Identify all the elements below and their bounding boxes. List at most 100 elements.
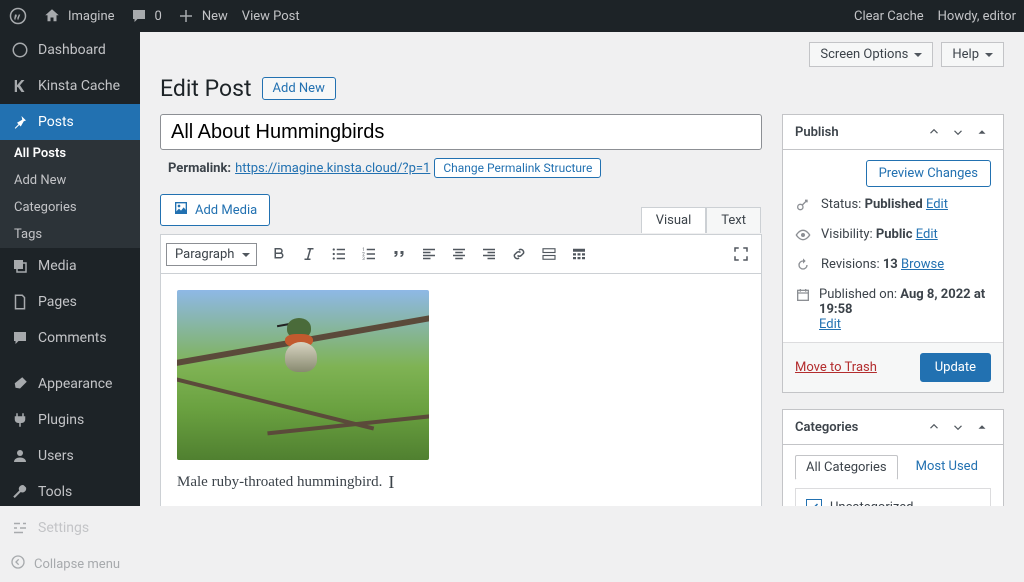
svg-text:3: 3 [363,256,366,262]
toolbar-toggle-button[interactable] [565,240,593,268]
align-left-button[interactable] [415,240,443,268]
categories-box: Categories All Categories Most Used [782,409,1004,506]
calendar-icon [795,287,811,307]
italic-button[interactable] [295,240,323,268]
chevron-down-icon [985,53,993,61]
add-new-button[interactable]: Add New [262,77,336,100]
category-list: Uncategorized [795,488,991,506]
content-wrap: Screen Options Help Edit Post Add New Pe… [140,32,1024,506]
browse-revisions-link[interactable]: Browse [901,257,944,272]
link-button[interactable] [505,240,533,268]
tab-text[interactable]: Text [706,207,761,233]
media-icon [10,256,30,276]
page-title: Edit Post [160,75,252,102]
comment-icon [10,328,30,348]
chevron-down-icon [914,53,922,61]
posts-submenu: All Posts Add New Categories Tags [0,140,140,248]
dashboard-icon [10,40,30,60]
wp-logo[interactable] [8,6,28,26]
submenu-all-posts[interactable]: All Posts [0,140,140,167]
sidebar-item-settings[interactable]: Settings [0,510,140,546]
user-greeting[interactable]: Howdy, editor [938,9,1016,24]
readmore-button[interactable] [535,240,563,268]
sidebar-item-posts[interactable]: Posts [0,104,140,140]
quote-button[interactable] [385,240,413,268]
sidebar-item-appearance[interactable]: Appearance [0,366,140,402]
eye-icon [795,227,813,247]
tab-all-categories[interactable]: All Categories [795,455,898,480]
edit-date-link[interactable]: Edit [819,317,841,332]
new-label: New [202,9,228,24]
revisions-icon [795,257,813,277]
number-list-button[interactable]: 123 [355,240,383,268]
sidebar-item-dashboard[interactable]: Dashboard [0,32,140,68]
move-down-button[interactable] [949,418,967,436]
admin-sidebar: Dashboard Kinsta Cache Posts All Posts A… [0,32,140,506]
clear-cache[interactable]: Clear Cache [854,9,924,24]
submenu-tags[interactable]: Tags [0,221,140,248]
submenu-add-new[interactable]: Add New [0,167,140,194]
text-cursor-icon: I [388,472,394,493]
submenu-categories[interactable]: Categories [0,194,140,221]
move-to-trash-link[interactable]: Move to Trash [795,360,877,375]
sidebar-item-plugins[interactable]: Plugins [0,402,140,438]
site-name: Imagine [68,9,115,24]
admin-bar: Imagine 0 New View Post Clear Cache Howd… [0,0,1024,32]
screen-options-button[interactable]: Screen Options [809,42,933,67]
sidebar-item-kinsta[interactable]: Kinsta Cache [0,68,140,104]
bold-button[interactable] [265,240,293,268]
editor: Visual Text Paragraph 123 [160,234,762,506]
permalink-label: Permalink: [168,161,231,176]
comment-icon [129,6,149,26]
sidebar-item-tools[interactable]: Tools [0,474,140,510]
align-right-button[interactable] [475,240,503,268]
toggle-button[interactable] [973,123,991,141]
sidebar-item-users[interactable]: Users [0,438,140,474]
permalink-url[interactable]: https://imagine.kinsta.cloud/?p=1 [235,161,430,176]
move-down-button[interactable] [949,123,967,141]
tab-visual[interactable]: Visual [641,207,707,233]
collapse-menu[interactable]: Collapse menu [0,546,140,582]
format-select[interactable]: Paragraph [166,243,257,266]
align-center-button[interactable] [445,240,473,268]
wrench-icon [10,482,30,502]
view-post[interactable]: View Post [242,9,300,24]
category-item[interactable]: Uncategorized [806,499,980,506]
kinsta-icon [10,76,30,96]
help-button[interactable]: Help [941,42,1004,67]
bullet-list-button[interactable] [325,240,353,268]
user-icon [10,446,30,466]
new-content[interactable]: New [176,6,228,26]
publish-title: Publish [795,125,839,140]
change-permalink-button[interactable]: Change Permalink Structure [434,158,601,178]
sidebar-item-media[interactable]: Media [0,248,140,284]
fullscreen-button[interactable] [727,240,755,268]
categories-title: Categories [795,420,858,435]
media-icon [173,200,189,220]
move-up-button[interactable] [925,123,943,141]
comments-link[interactable]: 0 [129,6,162,26]
sidebar-item-pages[interactable]: Pages [0,284,140,320]
post-image[interactable] [177,290,429,460]
publish-box: Publish Preview Changes Status: Publishe… [782,114,1004,393]
home-icon [42,6,62,26]
key-icon [795,197,813,217]
chevron-down-icon [242,253,250,261]
move-up-button[interactable] [925,418,943,436]
edit-visibility-link[interactable]: Edit [916,227,938,242]
add-media-button[interactable]: Add Media [160,194,270,226]
brush-icon [10,374,30,394]
editor-content[interactable]: Male ruby-throated hummingbird.I [161,274,761,506]
tab-most-used[interactable]: Most Used [906,455,988,480]
preview-changes-button[interactable]: Preview Changes [866,160,991,187]
sidebar-item-comments[interactable]: Comments [0,320,140,356]
checkbox-checked-icon[interactable] [806,499,822,506]
collapse-icon [10,554,26,574]
editor-toolbar: Paragraph 123 [161,235,761,274]
edit-status-link[interactable]: Edit [926,197,948,212]
site-link[interactable]: Imagine [42,6,115,26]
toggle-button[interactable] [973,418,991,436]
post-title-input[interactable] [160,114,762,150]
plus-icon [176,6,196,26]
update-button[interactable]: Update [920,353,991,382]
